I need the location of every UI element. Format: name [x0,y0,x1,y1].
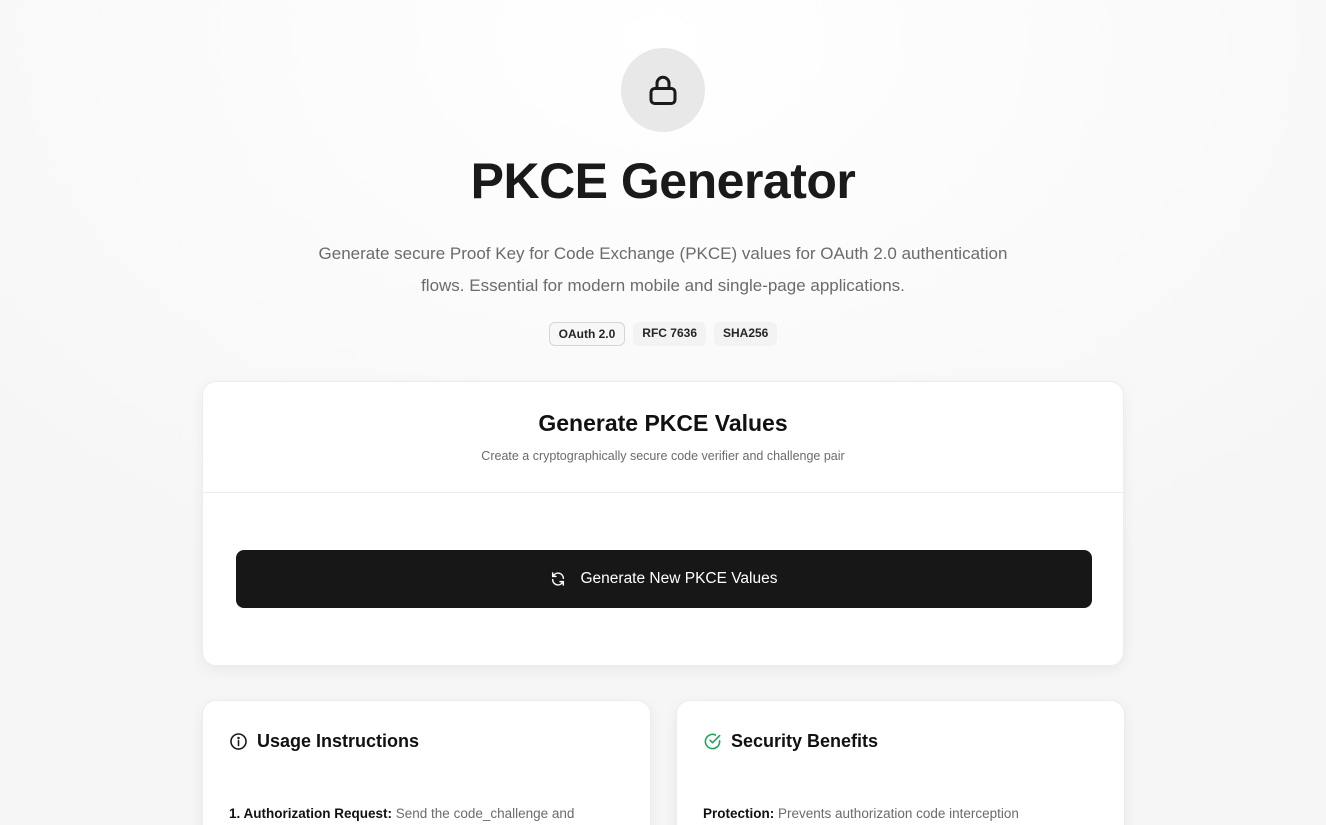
badge-rfc: RFC 7636 [633,322,706,346]
info-icon [230,733,247,750]
security-card: Security Benefits Protection: Prevents a… [676,700,1125,825]
page-title: PKCE Generator [470,153,856,209]
lock-icon [649,75,677,105]
security-list: Protection: Prevents authorization code … [703,804,1104,824]
security-item-text: Prevents authorization code interception [774,806,1019,821]
usage-item-label: 1. Authorization Request: [229,806,393,821]
security-item-label: Protection: [703,806,775,821]
page-subtitle: Generate secure Proof Key for Code Excha… [318,244,1008,295]
generator-description: Create a cryptographically secure code v… [481,449,845,463]
security-card-title: Security Benefits [703,731,878,752]
generator-title: Generate PKCE Values [538,410,788,436]
badge-sha: SHA256 [714,322,778,346]
usage-list: 1. Authorization Request: Send the code_… [229,804,630,824]
badge-list: OAuth 2.0 RFC 7636 SHA256 [548,322,778,346]
usage-card: Usage Instructions 1. Authorization Requ… [202,700,651,825]
usage-card-title: Usage Instructions [229,731,419,752]
generator-card: Generate PKCE Values Create a cryptograp… [202,381,1124,666]
generator-card-header: Generate PKCE Values Create a cryptograp… [203,382,1123,493]
usage-title-text: Usage Instructions [257,731,420,751]
badge-oauth: OAuth 2.0 [548,322,626,346]
generate-button-label: Generate New PKCE Values [580,570,778,587]
refresh-icon [552,572,565,586]
generate-button[interactable]: Generate New PKCE Values [236,550,1092,608]
security-title-text: Security Benefits [731,731,879,751]
check-circle-icon [704,733,721,750]
hero-section: PKCE Generator Generate secure Proof Key… [0,0,1326,346]
usage-item-text: Send the code_challenge and [392,806,575,821]
lock-badge [621,48,705,132]
